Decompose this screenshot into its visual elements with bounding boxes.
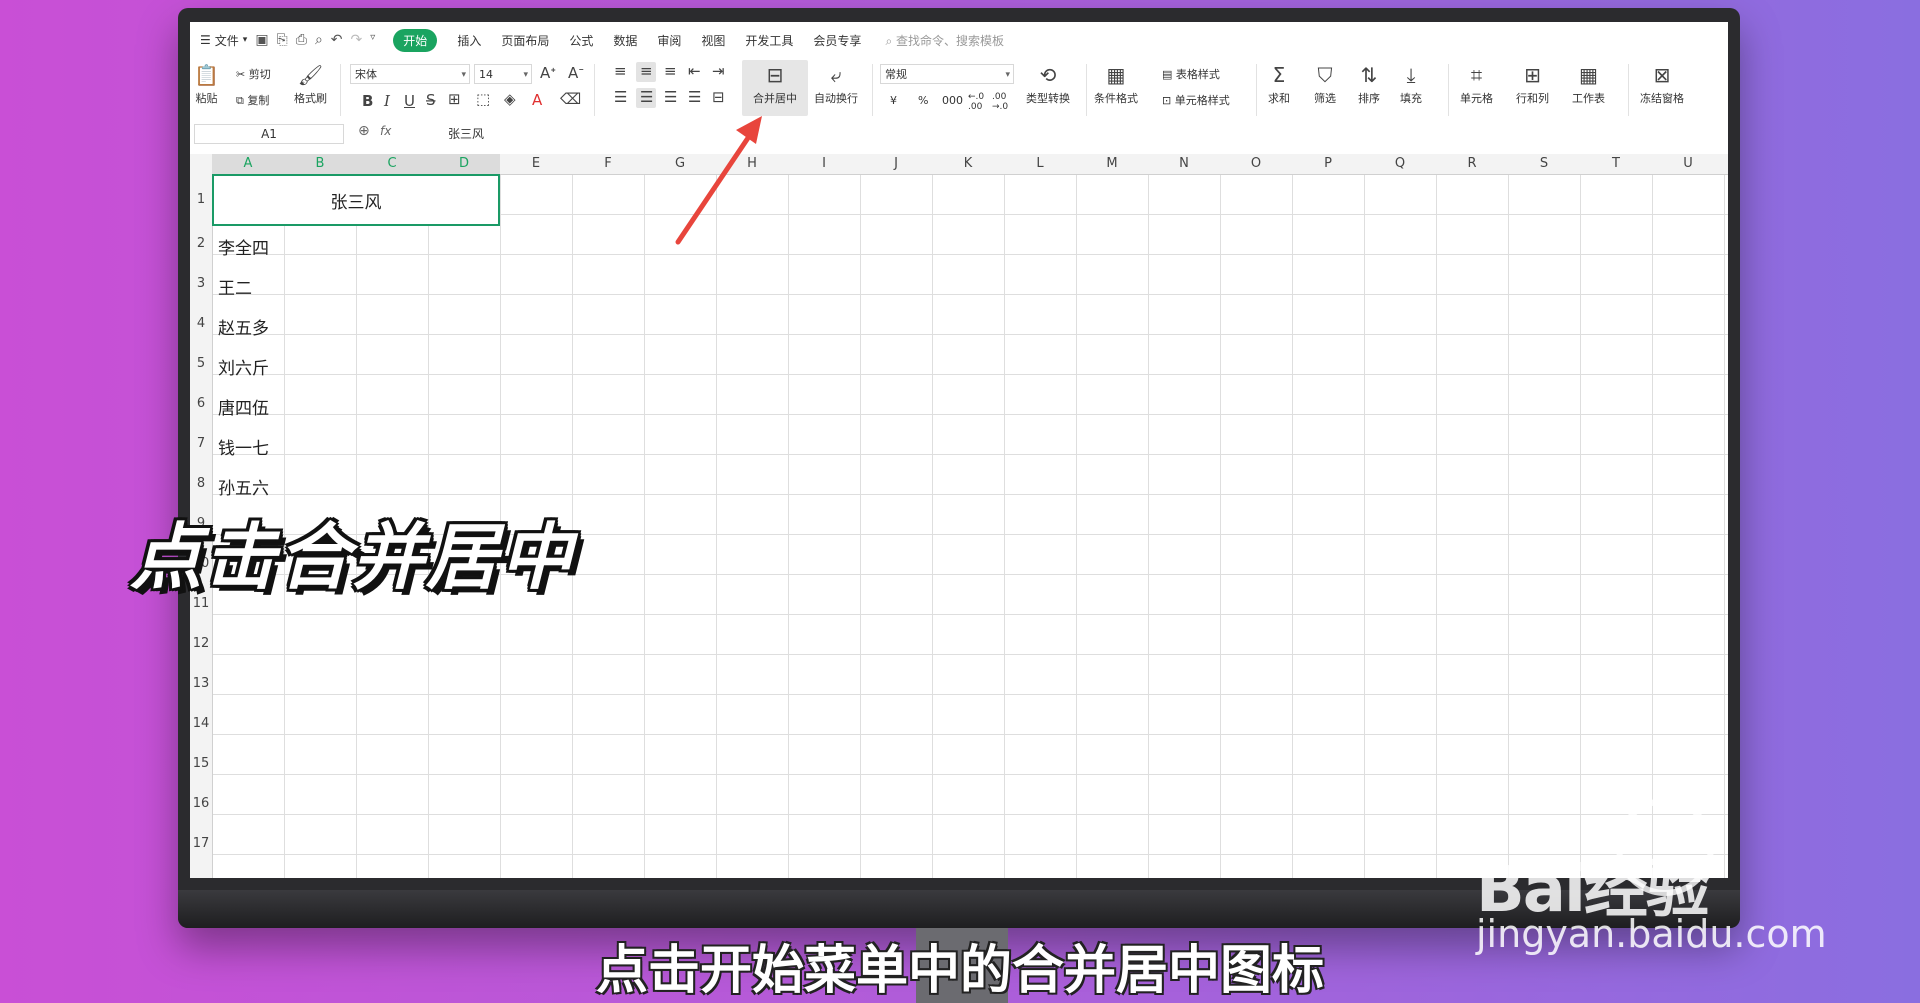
watermark-url: jingyan.baidu.com [1476, 912, 1827, 956]
baidu-watermark: Bai经验 jingyan.baidu.com [1476, 798, 1827, 956]
tutorial-caption: 点击合并居中 [130, 515, 575, 599]
paw-logo-icon [1616, 798, 1714, 896]
